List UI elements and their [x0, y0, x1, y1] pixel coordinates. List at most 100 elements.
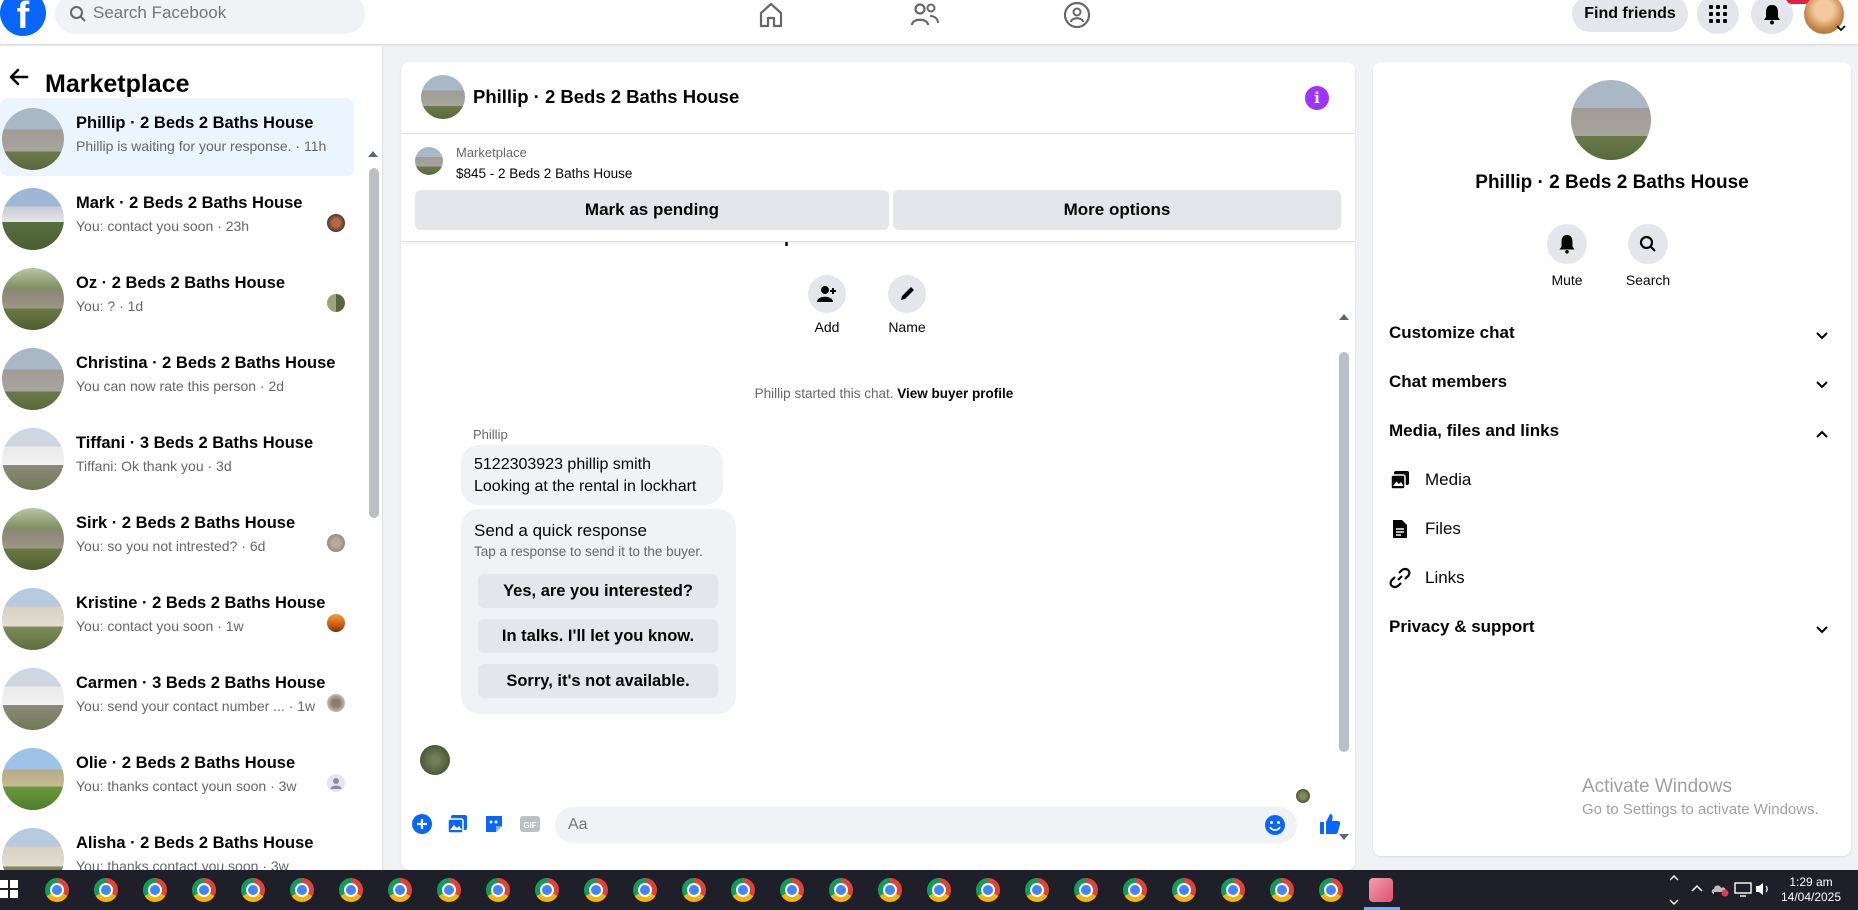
quick-response-yes-button[interactable]: Yes, are you interested? — [478, 574, 718, 608]
media-row[interactable]: Media — [1389, 459, 1829, 499]
conversation-item-mark[interactable]: Mark · 2 Beds 2 Baths House You: contact… — [0, 178, 354, 256]
conversation-item-kristine[interactable]: Kristine · 2 Beds 2 Baths House You: con… — [0, 578, 354, 656]
customize-chat-row[interactable]: Customize chat — [1389, 312, 1839, 352]
chrome-taskbar-icon[interactable] — [437, 878, 461, 902]
conversation-item-phillip[interactable]: Phillip · 2 Beds 2 Baths House Phillip i… — [0, 98, 354, 176]
chrome-taskbar-icon[interactable] — [927, 878, 951, 902]
scrollbar-thumb[interactable] — [1339, 352, 1349, 752]
facebook-logo-icon[interactable]: f — [0, 0, 46, 37]
chrome-taskbar-icon[interactable] — [535, 878, 559, 902]
chrome-taskbar-icon[interactable] — [584, 878, 608, 902]
chrome-taskbar-icon[interactable] — [1221, 878, 1245, 902]
chrome-taskbar-icon[interactable] — [94, 878, 118, 902]
back-arrow-icon[interactable] — [8, 66, 30, 93]
message-input[interactable] — [568, 815, 1208, 835]
chat-avatar[interactable] — [421, 75, 465, 119]
add-action[interactable]: Add — [797, 275, 857, 335]
chrome-taskbar-icon[interactable] — [45, 878, 69, 902]
scrollbar-thumb[interactable] — [369, 168, 379, 518]
conversation-item-christina[interactable]: Christina · 2 Beds 2 Baths House You can… — [0, 338, 354, 416]
quick-response-in-talks-button[interactable]: In talks. I'll let you know. — [478, 619, 718, 653]
photo-icon[interactable] — [447, 813, 469, 835]
gif-icon[interactable]: GIF — [519, 813, 541, 835]
search-icon[interactable] — [1628, 224, 1668, 264]
onedrive-cloud-icon[interactable] — [1710, 881, 1730, 910]
plus-circle-icon[interactable] — [411, 813, 433, 835]
chrome-taskbar-icon[interactable] — [878, 878, 902, 902]
sender-avatar[interactable] — [420, 745, 450, 775]
view-buyer-profile-link[interactable]: View buyer profile — [897, 386, 1013, 401]
chrome-taskbar-icon[interactable] — [1270, 878, 1294, 902]
scroll-up-arrow-icon[interactable] — [1339, 314, 1349, 320]
media-files-links-row[interactable]: Media, files and links — [1389, 410, 1839, 450]
home-icon[interactable] — [751, 0, 791, 30]
chrome-taskbar-icon[interactable] — [1074, 878, 1098, 902]
search-box[interactable] — [55, 0, 365, 34]
snipping-tool-icon[interactable] — [1369, 878, 1393, 902]
chat-members-row[interactable]: Chat members — [1389, 361, 1839, 401]
listing-thumbnail[interactable] — [415, 147, 443, 175]
name-action[interactable]: Name — [877, 275, 937, 335]
chrome-taskbar-icon[interactable] — [1123, 878, 1147, 902]
chrome-taskbar-icon[interactable] — [731, 878, 755, 902]
taskbar-scroll-icon[interactable] — [1668, 872, 1680, 910]
tray-overflow-chevron-up-icon[interactable] — [1690, 882, 1704, 910]
chrome-taskbar-icon[interactable] — [1172, 878, 1196, 902]
conversation-item-alisha[interactable]: Alisha · 2 Beds 2 Baths House You: thank… — [0, 818, 354, 870]
scroll-up-arrow-icon[interactable] — [368, 151, 378, 157]
chrome-taskbar-icon[interactable] — [388, 878, 412, 902]
links-row[interactable]: Links — [1389, 557, 1829, 597]
notifications-bell-icon[interactable] — [1751, 0, 1793, 34]
chrome-taskbar-icon[interactable] — [780, 878, 804, 902]
conversation-item-oz[interactable]: Oz · 2 Beds 2 Baths House You: ? · 1d — [0, 258, 354, 336]
listing-price[interactable]: $845 - 2 Beds 2 Baths House — [456, 166, 632, 181]
conversation-item-carmen[interactable]: Carmen · 3 Beds 2 Baths House You: send … — [0, 658, 354, 736]
account-chevron-down-icon[interactable] — [1835, 20, 1847, 38]
conversation-item-tiffani[interactable]: Tiffani · 3 Beds 2 Baths House Tiffani: … — [0, 418, 354, 496]
chrome-taskbar-icon[interactable] — [486, 878, 510, 902]
emoji-icon[interactable] — [1264, 814, 1286, 841]
mute-action[interactable]: Mute — [1532, 224, 1602, 288]
chrome-taskbar-icon[interactable] — [290, 878, 314, 902]
chrome-taskbar-icon[interactable] — [192, 878, 216, 902]
incoming-message-bubble[interactable]: 5122303923 phillip smith Looking at the … — [461, 445, 723, 505]
chat-scrollbar[interactable] — [1337, 242, 1351, 840]
conversation-item-sirk[interactable]: Sirk · 2 Beds 2 Baths House You: so you … — [0, 498, 354, 576]
windows-start-icon[interactable] — [0, 880, 18, 898]
chat-title[interactable]: Phillip · 2 Beds 2 Baths House — [473, 86, 739, 108]
message-input-box[interactable] — [555, 807, 1297, 843]
conversation-title: Kristine · 2 Beds 2 Baths House — [76, 594, 326, 612]
thumbs-up-icon[interactable] — [1317, 811, 1343, 837]
menu-grid-icon[interactable] — [1697, 0, 1739, 34]
system-clock[interactable]: 1:29 am 14/04/2025 — [1768, 875, 1854, 905]
chrome-taskbar-icon[interactable] — [682, 878, 706, 902]
pencil-icon[interactable] — [888, 275, 926, 313]
details-avatar[interactable] — [1571, 80, 1651, 160]
chrome-taskbar-icon[interactable] — [1025, 878, 1049, 902]
conversations-scrollbar[interactable] — [366, 96, 380, 870]
sticker-icon[interactable] — [483, 813, 505, 835]
chrome-taskbar-icon[interactable] — [1319, 878, 1343, 902]
chrome-taskbar-icon[interactable] — [829, 878, 853, 902]
groups-icon[interactable] — [1057, 0, 1097, 30]
find-friends-button[interactable]: Find friends — [1572, 0, 1688, 32]
privacy-support-row[interactable]: Privacy & support — [1389, 606, 1839, 646]
search-in-conversation-action[interactable]: Search — [1613, 224, 1683, 288]
more-options-button[interactable]: More options — [893, 190, 1341, 230]
chrome-taskbar-icon[interactable] — [143, 878, 167, 902]
chrome-taskbar-icon[interactable] — [241, 878, 265, 902]
chrome-taskbar-icon[interactable] — [976, 878, 1000, 902]
chrome-taskbar-icon[interactable] — [339, 878, 363, 902]
search-input[interactable] — [93, 3, 343, 23]
quick-response-not-available-button[interactable]: Sorry, it's not available. — [478, 664, 718, 698]
network-icon[interactable] — [1734, 881, 1752, 910]
mark-as-pending-button[interactable]: Mark as pending — [415, 190, 889, 230]
add-person-icon[interactable] — [808, 275, 846, 313]
friends-icon[interactable] — [905, 0, 945, 30]
info-icon[interactable]: i — [1305, 86, 1329, 110]
bell-icon[interactable] — [1547, 224, 1587, 264]
conversation-item-olie[interactable]: Olie · 2 Beds 2 Baths House You: thanks … — [0, 738, 354, 816]
files-row[interactable]: Files — [1389, 508, 1829, 548]
chrome-taskbar-icon[interactable] — [633, 878, 657, 902]
chevron-down-icon — [1815, 326, 1829, 346]
